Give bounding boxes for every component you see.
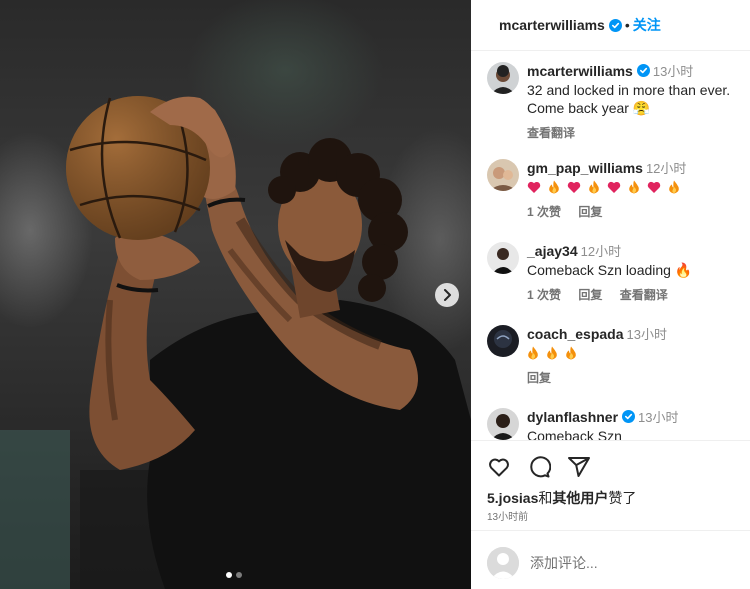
post-header: mcarterwilliams • 关注 [471, 0, 750, 51]
header-separator: • [624, 17, 630, 33]
comment-username[interactable]: coach_espada [527, 326, 624, 342]
comment-time: 13小时 [626, 327, 667, 342]
post-author-username[interactable]: mcarterwilliams [499, 17, 605, 33]
comment-text [527, 344, 749, 362]
comment-text [527, 178, 749, 196]
liker-username[interactable]: 5.josias [487, 490, 538, 506]
heart-emoji-icon [567, 181, 581, 193]
comment-actions: 查看翻译 [527, 124, 749, 142]
comment-actions: 1 次赞 回复 查看翻译 [527, 286, 749, 304]
post-timestamp[interactable]: 13小时前 [487, 508, 528, 523]
verified-badge-icon [608, 18, 622, 32]
see-translation-button[interactable]: 查看翻译 [620, 288, 668, 302]
other-likers-link[interactable]: 其他用户 [552, 490, 608, 506]
carousel-dot [236, 572, 242, 578]
reply-button[interactable]: 回复 [578, 205, 602, 219]
fire-emoji-icon [669, 180, 679, 194]
see-translation-button[interactable]: 查看翻译 [527, 126, 575, 140]
comment-item: mcarterwilliams 13小时 32 and locked in mor… [487, 62, 749, 142]
likes-and-text: 和 [538, 490, 553, 506]
comment-item: _ajay34 12小时 Comeback Szn loading 🔥 1 次赞 … [487, 242, 749, 304]
comment-item: dylanflashner 13小时 Comeback Szn [487, 408, 749, 440]
comment-text: 32 and locked in more than ever. Come ba… [527, 82, 731, 116]
reply-button[interactable]: 回复 [578, 288, 602, 302]
comment-actions: 1 次赞 回复 [527, 203, 749, 221]
reply-button[interactable]: 回复 [527, 371, 551, 385]
post-sidebar: mcarterwilliams • 关注 mcarterwilliams 13小时… [471, 0, 750, 589]
comment-item: gm_pap_williams 12小时 1 次赞 回复 [487, 159, 749, 221]
carousel-indicator [226, 572, 242, 578]
fire-emoji-icon [589, 180, 599, 194]
comment-time: 13小时 [652, 64, 694, 79]
likes-summary: 5.josias和其他用户赞了 [487, 488, 636, 508]
comment-actions: 回复 [527, 369, 749, 387]
avatar[interactable] [487, 408, 519, 440]
heart-emoji-icon [527, 181, 541, 193]
comment-icon[interactable] [527, 455, 551, 479]
comment-username[interactable]: _ajay34 [527, 243, 578, 259]
comment-text: Comeback Szn loading 🔥 [527, 262, 693, 278]
comment-time: 13小时 [638, 410, 679, 425]
player-photo-illustration [0, 96, 471, 589]
avatar[interactable] [487, 159, 519, 191]
comment-time: 12小时 [645, 161, 687, 176]
verified-badge-icon [622, 410, 636, 423]
post-action-bar [487, 455, 591, 479]
comment-time: 12小时 [580, 244, 622, 259]
comment-likes-count[interactable]: 1 次赞 [527, 288, 561, 302]
current-user-avatar [487, 547, 519, 579]
carousel-dot-active [226, 572, 232, 578]
heart-emoji-icon [607, 181, 621, 193]
heart-emoji-icon [647, 181, 661, 193]
post-photo[interactable] [0, 0, 471, 589]
add-comment-bar [471, 530, 750, 589]
comment-item: coach_espada 13小时 回复 [487, 325, 749, 387]
follow-button[interactable]: 关注 [633, 15, 661, 35]
fire-emoji-icon [549, 180, 559, 194]
avatar[interactable] [487, 62, 519, 94]
fire-emoji-icon [566, 346, 576, 360]
avatar[interactable] [487, 242, 519, 274]
fire-emoji-icon [528, 346, 538, 360]
fire-emoji-icon [547, 346, 557, 360]
comment-input[interactable] [530, 551, 730, 575]
heart-icon[interactable] [487, 455, 511, 479]
comment-username[interactable]: dylanflashner [527, 409, 618, 425]
verified-badge-icon [636, 64, 650, 77]
comments-list[interactable]: mcarterwilliams 13小时 32 and locked in mor… [471, 52, 750, 440]
comment-text: Comeback Szn [527, 428, 622, 440]
comment-likes-count[interactable]: 1 次赞 [527, 205, 561, 219]
comment-username[interactable]: gm_pap_williams [527, 160, 643, 176]
post-footer: 5.josias和其他用户赞了 13小时前 [471, 440, 750, 589]
fire-emoji-icon [629, 180, 639, 194]
comment-username[interactable]: mcarterwilliams [527, 63, 633, 79]
avatar[interactable] [487, 325, 519, 357]
carousel-next-button[interactable] [435, 283, 459, 307]
share-icon[interactable] [567, 455, 591, 479]
likes-suffix-text: 赞了 [608, 490, 637, 506]
chevron-right-icon [444, 289, 451, 301]
